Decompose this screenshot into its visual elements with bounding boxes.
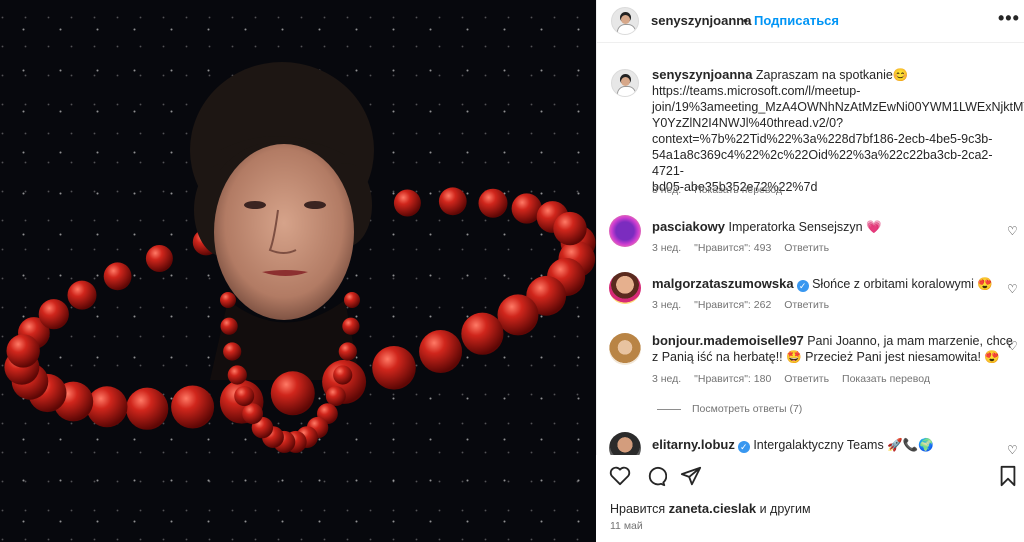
comment-time[interactable]: 3 нед. — [652, 299, 681, 311]
comment-heart-icon[interactable]: ♡ — [1007, 339, 1018, 353]
coral-bead — [393, 189, 421, 217]
coral-bead — [227, 365, 247, 385]
comment-text: Imperatorka Sensejszyn 💗 — [728, 220, 882, 234]
author-username[interactable]: senyszynjoanna — [651, 13, 751, 28]
heart-icon[interactable] — [609, 466, 631, 486]
author-avatar[interactable] — [611, 7, 639, 35]
post-date[interactable]: 11 май — [610, 520, 643, 532]
coral-bead — [145, 245, 173, 272]
coral-bead — [333, 365, 353, 385]
bookmark-icon[interactable] — [998, 465, 1018, 487]
coral-bead — [419, 330, 463, 373]
comment-likes[interactable]: "Нравится": 493 — [694, 242, 771, 254]
caption-link-line-2[interactable]: join/19%3ameeting_MzA4OWNhNzAtMzEwNi00YW… — [652, 100, 1024, 114]
caption-link-line-5[interactable]: 54a1a8c369c4%22%2c%22Oid%22%3a%22c22ba3c… — [652, 148, 993, 178]
comment-text-line-1: Pani Joanno, ja mam marzenie, chcę — [807, 334, 1013, 348]
comment-reply-button[interactable]: Ответить — [784, 242, 829, 254]
coral-bead — [220, 317, 238, 335]
coral-bead — [234, 386, 255, 406]
coral-bead — [103, 262, 132, 291]
separator-dot: • — [743, 13, 748, 28]
coral-bead — [220, 292, 236, 308]
comment-username[interactable]: malgorzataszumowska — [652, 276, 794, 291]
comment: malgorzataszumowska ✓ Słońce z orbitami k… — [652, 276, 993, 292]
coral-bead — [344, 292, 360, 308]
comment-likes[interactable]: "Нравится": 180 — [694, 373, 771, 385]
coral-bead — [38, 299, 69, 330]
liked-by-username[interactable]: zaneta.cieslak — [669, 501, 756, 516]
likes-suffix[interactable]: и другим — [760, 502, 811, 516]
caption-translate[interactable]: Показать перевод — [694, 184, 782, 196]
verified-icon: ✓ — [796, 280, 809, 292]
caption-avatar[interactable] — [611, 69, 639, 97]
commenter-avatar[interactable] — [609, 333, 641, 365]
view-replies-button[interactable]: Посмотреть ответы (7) — [692, 403, 802, 415]
caption-username[interactable]: senyszynjoanna — [652, 67, 752, 82]
coral-bead — [126, 387, 169, 430]
comment-meta: 3 нед. "Нравится": 262 Ответить — [652, 299, 839, 311]
caption-text: Zapraszam na spotkanie😊 — [755, 68, 909, 82]
coral-bead — [553, 211, 587, 246]
comment-meta: 3 нед. "Нравится": 493 Ответить — [652, 242, 839, 254]
comment-heart-icon[interactable]: ♡ — [1007, 282, 1018, 296]
comment-likes[interactable]: "Нравится": 262 — [694, 299, 771, 311]
comment-translate[interactable]: Показать перевод — [842, 373, 930, 385]
comment: elitarny.lobuz ✓ Intergalaktyczny Teams 🚀… — [652, 437, 934, 453]
caption-time[interactable]: 3 нед. — [652, 184, 681, 196]
coral-bead — [478, 188, 508, 218]
comment-text: Intergalaktyczny Teams 🚀📞🌍 — [753, 438, 934, 452]
commenter-avatar[interactable] — [609, 272, 641, 304]
comment-text-line-2: z Panią iść na herbatę!! 🤩 Przecież Pani… — [652, 350, 1000, 364]
post-image[interactable] — [0, 0, 596, 542]
comment-username[interactable]: pasciakowy — [652, 219, 725, 234]
coral-bead — [223, 342, 242, 361]
comment-text: Słońce z orbitami koralowymi 😍 — [812, 277, 993, 291]
likes-prefix: Нравится — [610, 502, 666, 516]
comment-time[interactable]: 3 нед. — [652, 242, 681, 254]
coral-bead — [325, 386, 346, 406]
coral-bead — [242, 403, 263, 425]
coral-bead — [438, 187, 467, 216]
caption-link-line-1[interactable]: https://teams.microsoft.com/l/meetup- — [652, 84, 860, 98]
caption: senyszynjoanna Zapraszam na spotkanie😊 h… — [652, 67, 1024, 195]
instagram-post: senyszynjoanna • Подписаться ••• senyszy… — [0, 0, 1024, 542]
coral-bead — [372, 346, 416, 390]
share-icon[interactable] — [680, 465, 702, 487]
coral-bead — [171, 385, 215, 429]
comment-username[interactable]: elitarny.lobuz — [652, 437, 735, 452]
comment-reply-button[interactable]: Ответить — [784, 373, 829, 385]
follow-button[interactable]: Подписаться — [754, 13, 839, 28]
likes-summary: Нравится zaneta.cieslak и другим — [610, 501, 811, 517]
comment-heart-icon[interactable]: ♡ — [1007, 224, 1018, 238]
coral-bead — [270, 371, 315, 416]
verified-icon: ✓ — [737, 441, 750, 453]
comment-reply-button[interactable]: Ответить — [784, 299, 829, 311]
portrait-with-coral-beads — [4, 62, 596, 453]
commenter-avatar[interactable] — [609, 215, 641, 247]
caption-link-line-3[interactable]: Y0YzZlN2I4NWJl%40thread.v2/0? — [652, 116, 843, 130]
comment: bonjour.mademoiselle97 Pani Joanno, ja m… — [652, 333, 1013, 365]
coral-bead — [67, 280, 97, 310]
comment-icon[interactable] — [645, 465, 667, 487]
caption-meta: 3 нед. Показать перевод — [652, 184, 792, 196]
more-icon[interactable]: ••• — [998, 8, 1020, 29]
comment-time[interactable]: 3 нед. — [652, 373, 681, 385]
coral-bead — [497, 294, 539, 336]
coral-bead — [342, 317, 360, 335]
coral-bead — [6, 334, 40, 368]
coral-bead — [86, 386, 128, 428]
comment-username[interactable]: bonjour.mademoiselle97 — [652, 333, 804, 348]
replies-divider — [657, 409, 681, 410]
comment: pasciakowy Imperatorka Sensejszyn 💗 — [652, 219, 882, 235]
comment-meta: 3 нед. "Нравится": 180 Ответить Показать… — [652, 373, 940, 385]
caption-link-line-4[interactable]: context=%7b%22Tid%22%3a%228d7bf186-2ecb-… — [652, 132, 992, 146]
coral-bead — [461, 312, 504, 355]
coral-bead — [338, 342, 357, 361]
